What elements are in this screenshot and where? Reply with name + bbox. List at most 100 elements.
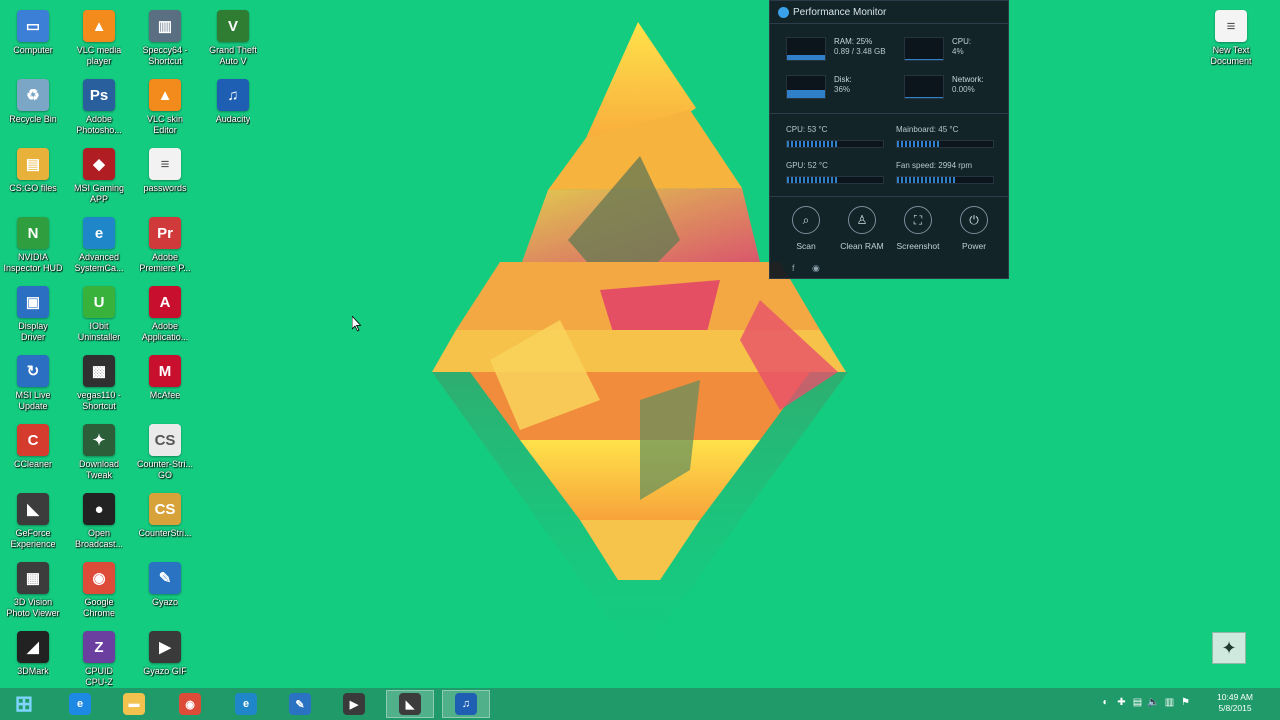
desktop-icon-counter-strike[interactable]: CS Counter-Stri... GO (132, 420, 198, 481)
performance-monitor-window[interactable]: Performance Monitor RAM: 25% 0.89 / 3.48 … (769, 0, 1009, 279)
taskbar-audacity[interactable]: ♫ (442, 690, 490, 718)
title-divider (770, 23, 1008, 24)
desktop-icon-passwords[interactable]: ≡ passwords (132, 144, 198, 194)
flag-icon[interactable]: ⚑ (1179, 696, 1192, 709)
screenshot-button[interactable]: ⛶ Screenshot (890, 206, 946, 251)
scan-button[interactable]: ⌕ Scan (778, 206, 834, 251)
taskbar-geforce-experience[interactable]: ◣ (386, 690, 434, 718)
desktop-icon-msi-live-update[interactable]: ↻ MSI Live Update (0, 351, 66, 412)
network-status-icon[interactable]: ◐ (1099, 696, 1112, 709)
desktop-icon-speccy[interactable]: ▥ Speccy64 - Shortcut (132, 6, 198, 67)
cpuid-cpu-z-icon: Z (83, 631, 115, 663)
desktop-icon-adobe-acrobat[interactable]: A Adobe Applicatio... (132, 282, 198, 343)
desktop-icon-gyazo-gif[interactable]: ▶ Gyazo GIF (132, 627, 198, 677)
desktop-icon-vlc-player[interactable]: ▲ VLC media player (66, 6, 132, 67)
advanced-systemcare-icon: e (83, 217, 115, 249)
volume-icon[interactable]: 🔈 (1147, 696, 1160, 709)
desktop-icon-label: Audacity (215, 114, 251, 124)
desktop-icon-label: GeForce Experience (10, 528, 56, 549)
power-icon: ⏻ (960, 206, 988, 234)
metric-disk: Disk: 36% (786, 75, 852, 99)
desktop-icon-advanced-systemcare[interactable]: e Advanced SystemCa... (66, 213, 132, 274)
desktop-icon-download-tweak[interactable]: ✦ Download Tweak (66, 420, 132, 481)
taskbar-file-explorer[interactable]: ▬ (110, 690, 158, 718)
desktop-icon-adobe-premiere[interactable]: Pr Adobe Premiere P... (132, 213, 198, 274)
desktop-icon-label: NVIDIA Inspector HUD (3, 252, 63, 273)
desktop-icon-ccleaner[interactable]: C CCleaner (0, 420, 66, 470)
screenshot-icon: ⛶ (904, 206, 932, 234)
desktop-icon-label: CounterStri... (138, 528, 192, 538)
scan-icon: ⌕ (792, 206, 820, 234)
keyboard-icon[interactable]: ▥ (1163, 696, 1176, 709)
desktop-icon-msi-gaming-app[interactable]: ◆ MSI Gaming APP (66, 144, 132, 205)
desktop-icon-google-chrome[interactable]: ◉ Google Chrome (66, 558, 132, 619)
desktop-icon-label: Adobe Premiere P... (139, 252, 191, 273)
taskbar-start[interactable]: ⊞ (0, 690, 48, 718)
google-chrome-icon: ◉ (83, 562, 115, 594)
desktop-icon-csgo-folder[interactable]: ▤ CS:GO files (0, 144, 66, 194)
desktop-icon-mcafee[interactable]: M McAfee (132, 351, 198, 401)
taskbar-gyazo[interactable]: ✎ (276, 690, 324, 718)
desktop-icon-geforce-now-hud[interactable]: N NVIDIA Inspector HUD (0, 213, 66, 274)
clean-ram-button[interactable]: ♙ Clean RAM (834, 206, 890, 251)
geforce-experience-icon: ◣ (17, 493, 49, 525)
performance-monitor-title-bar[interactable]: Performance Monitor (778, 7, 886, 18)
action-center-icon[interactable]: ✚ (1115, 696, 1128, 709)
desktop-icon-new-text-document[interactable]: ≡ New Text Document (1198, 6, 1264, 67)
mouse-cursor-icon (352, 316, 362, 332)
screenshot-label: Screenshot (896, 241, 940, 251)
taskbar-gyazo-gif[interactable]: ▶ (330, 690, 378, 718)
download-tweak-widget[interactable]: ✦ (1212, 632, 1246, 664)
cpu-temp-label: CPU: 53 °C (786, 125, 828, 134)
desktop-icon-label: CS:GO files (9, 183, 57, 193)
desktop-icon-3dmark[interactable]: ◢ 3DMark (0, 627, 66, 677)
download-tweak-icon: ✦ (83, 424, 115, 456)
ram-value: 0.89 / 3.48 GB (834, 47, 886, 56)
clean-ram-label: Clean RAM (840, 241, 884, 251)
github-icon[interactable]: ◉ (812, 263, 820, 274)
desktop-icon-geforce-experience[interactable]: ◣ GeForce Experience (0, 489, 66, 550)
cpu-label: CPU: (952, 37, 972, 46)
taskbar-clock[interactable]: 10:49 AM 5/8/2015 (1205, 692, 1265, 714)
desktop-icon-vegas-pro[interactable]: ▩ vegas110 - Shortcut (66, 351, 132, 412)
taskbar-internet-explorer[interactable]: e (56, 690, 104, 718)
network-label: Network: (952, 75, 984, 84)
msi-gaming-app-icon: ◆ (83, 148, 115, 180)
sensor-mainboard-temp: Mainboard: 45 °C (896, 125, 994, 148)
desktop-icon-audacity[interactable]: ♫ Audacity (200, 75, 266, 125)
desktop-icon-label: vegas110 - Shortcut (77, 390, 121, 411)
fan-speed-bar (896, 176, 994, 184)
desktop-icon-3d-vision-viewer[interactable]: ▦ 3D Vision Photo Viewer (0, 558, 66, 619)
desktop-icon-label: CPUID CPU-Z (84, 666, 113, 687)
power-button[interactable]: ⏻ Power (946, 206, 1002, 251)
desktop-icon-label: Display Driver (18, 321, 48, 342)
taskbar-advanced-systemcare[interactable]: e (222, 690, 270, 718)
taskbar-google-chrome[interactable]: ◉ (166, 690, 214, 718)
new-text-document-icon: ≡ (1215, 10, 1247, 42)
sensor-cpu-temp: CPU: 53 °C (786, 125, 884, 148)
ccleaner-icon: C (17, 424, 49, 456)
gta-v-icon: V (217, 10, 249, 42)
performance-monitor-title: Performance Monitor (793, 7, 887, 18)
desktop-icon-gta-v[interactable]: V Grand Theft Auto V (200, 6, 266, 67)
desktop-icon-label: IObit Uninstaller (77, 321, 121, 342)
advanced-systemcare-icon: e (235, 693, 257, 715)
desktop-icon-display-driver[interactable]: ▣ Display Driver (0, 282, 66, 343)
desktop-icon-label: Gyazo (151, 597, 178, 607)
desktop-icon-vlc-skins[interactable]: ▲ VLC skin Editor (132, 75, 198, 136)
gpu-temp-bar (786, 176, 884, 184)
desktop-icon-counter-strike-2[interactable]: CS CounterStri... (132, 489, 198, 539)
desktop-icon-label: Download Tweak (78, 459, 120, 480)
display-icon[interactable]: ▤ (1131, 696, 1144, 709)
recycle-bin-icon: ♻ (17, 79, 49, 111)
desktop-icon-cpuid-cpu-z[interactable]: Z CPUID CPU-Z (66, 627, 132, 688)
desktop-icon-recycle-bin[interactable]: ♻ Recycle Bin (0, 75, 66, 125)
desktop-icon-gyazo[interactable]: ✎ Gyazo (132, 558, 198, 608)
facebook-icon[interactable]: f (792, 263, 795, 273)
desktop-icon-computer[interactable]: ▭ Computer (0, 6, 66, 56)
desktop-icon-iobit-uninstaller[interactable]: U IObit Uninstaller (66, 282, 132, 343)
desktop-icon-open-broadcaster[interactable]: ● Open Broadcast... (66, 489, 132, 550)
google-chrome-icon: ◉ (179, 693, 201, 715)
clean-ram-icon: ♙ (848, 206, 876, 234)
desktop-icon-photoshop[interactable]: Ps Adobe Photosho... (66, 75, 132, 136)
